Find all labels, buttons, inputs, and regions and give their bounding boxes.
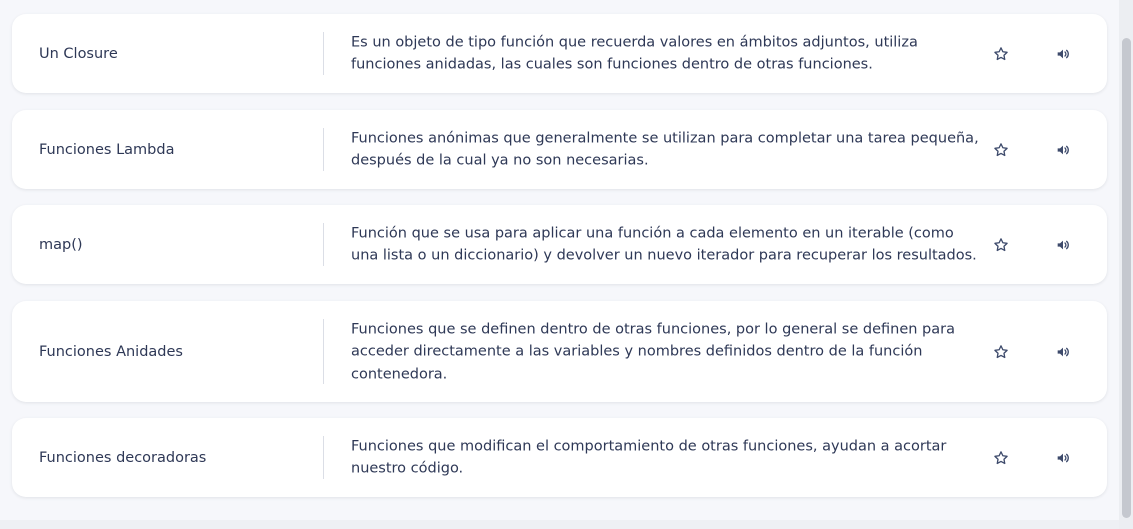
speaker-icon[interactable] bbox=[1050, 339, 1076, 365]
definition-text: Funciones que modifican el comportamient… bbox=[351, 438, 947, 477]
term-card: Funciones Lambda Funciones anónimas que … bbox=[12, 110, 1107, 189]
bottom-strip bbox=[0, 520, 1119, 529]
card-divider bbox=[323, 128, 324, 171]
scrollbar-thumb[interactable] bbox=[1122, 38, 1131, 518]
term-text: Funciones Lambda bbox=[39, 141, 175, 158]
card-divider bbox=[323, 32, 324, 75]
definition-text: Función que se usa para aplicar una func… bbox=[351, 225, 977, 264]
star-icon[interactable] bbox=[988, 137, 1014, 163]
definition-text: Funciones que se definen dentro de otras… bbox=[351, 320, 955, 382]
term-card: Un Closure Es un objeto de tipo función … bbox=[12, 14, 1107, 93]
term-card: Funciones Anidades Funciones que se defi… bbox=[12, 301, 1107, 402]
term-text: map() bbox=[39, 236, 83, 253]
speaker-icon[interactable] bbox=[1050, 445, 1076, 471]
term-card: Funciones decoradoras Funciones que modi… bbox=[12, 418, 1107, 497]
card-divider bbox=[323, 223, 324, 266]
term-card: map() Función que se usa para aplicar un… bbox=[12, 205, 1107, 284]
speaker-icon[interactable] bbox=[1050, 41, 1076, 67]
term-text: Funciones Anidades bbox=[39, 343, 183, 360]
term-text: Funciones decoradoras bbox=[39, 449, 207, 466]
definition-text: Es un objeto de tipo función que recuerd… bbox=[351, 34, 918, 73]
term-text: Un Closure bbox=[39, 45, 118, 62]
star-icon[interactable] bbox=[988, 41, 1014, 67]
vertical-scrollbar[interactable] bbox=[1119, 0, 1133, 529]
card-divider bbox=[323, 319, 324, 384]
card-divider bbox=[323, 436, 324, 479]
star-icon[interactable] bbox=[988, 232, 1014, 258]
speaker-icon[interactable] bbox=[1050, 232, 1076, 258]
star-icon[interactable] bbox=[988, 445, 1014, 471]
star-icon[interactable] bbox=[988, 339, 1014, 365]
terms-list-view: Un Closure Es un objeto de tipo función … bbox=[0, 0, 1133, 529]
speaker-icon[interactable] bbox=[1050, 137, 1076, 163]
definition-text: Funciones anónimas que generalmente se u… bbox=[351, 130, 979, 169]
